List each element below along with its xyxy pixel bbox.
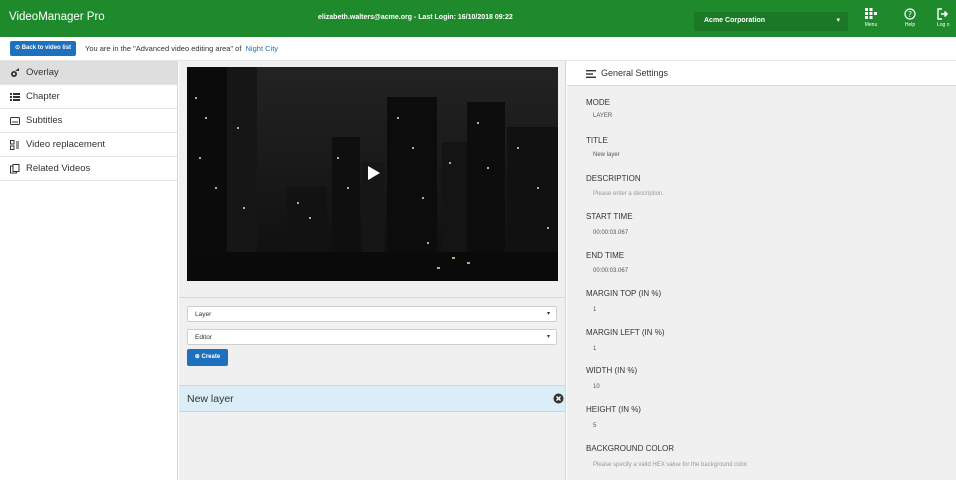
settings-panel: General Settings MODE LAYER TITLE New la… [567, 61, 956, 480]
editor-value: Editor [195, 334, 212, 341]
field-label-title: TITLE [586, 136, 608, 145]
caret-down-icon: ▾ [546, 311, 550, 317]
field-value-mode[interactable]: LAYER [593, 113, 612, 119]
field-value-background-color[interactable]: Please specify a valid HEX value for the… [593, 462, 748, 468]
breadcrumb-text: You are in the "Advanced video editing a… [85, 44, 278, 53]
video-player[interactable] [187, 67, 558, 281]
breadcrumb-video-link[interactable]: Night City [246, 44, 279, 53]
remove-circle-icon[interactable] [553, 393, 564, 407]
field-label-end-time: END TIME [586, 251, 625, 260]
sidebar-item-related-videos[interactable]: Related Videos [0, 157, 177, 181]
editor-select[interactable]: Editor ▾ [187, 329, 557, 345]
overlay-icon [10, 68, 20, 78]
field-value-description[interactable]: Please enter a description. [593, 191, 664, 197]
sidebar: Overlay Chapter Subtitles Video replacem… [0, 61, 178, 480]
video-replacement-icon [10, 140, 20, 150]
field-label-width: WIDTH (IN %) [586, 366, 638, 375]
list-icon [10, 92, 20, 102]
layer-label: New layer [187, 393, 234, 405]
sidebar-item-label: Subtitles [26, 115, 63, 126]
breadcrumb: ⊙ Back to video list You are in the "Adv… [0, 37, 956, 61]
align-left-icon [586, 70, 596, 81]
sidebar-item-video-replacement[interactable]: Video replacement [0, 133, 177, 157]
grid-icon [853, 8, 889, 20]
create-label: Create [201, 354, 221, 360]
back-arrow-icon: ⊙ [15, 45, 21, 51]
sidebar-item-subtitles[interactable]: Subtitles [0, 109, 177, 133]
divider [179, 297, 565, 298]
organization-select[interactable]: Acme Corporation ▾ [694, 12, 848, 31]
overlay-type-select[interactable]: Layer ▾ [187, 306, 557, 322]
editor-panel: Layer ▾ Editor ▾ ⊕ Create New layer [179, 61, 566, 480]
breadcrumb-description: You are in the "Advanced video editing a… [85, 44, 242, 53]
layer-list-item[interactable]: New layer [179, 385, 565, 412]
help-label: Help [904, 22, 916, 28]
logout-button[interactable]: Log o [930, 0, 956, 37]
field-value-margin-top[interactable]: 1 [593, 307, 596, 313]
back-to-video-list-button[interactable]: ⊙ Back to video list [10, 41, 77, 56]
subtitles-icon [10, 116, 20, 126]
field-value-width[interactable]: 10 [593, 384, 600, 390]
field-label-mode: MODE [586, 98, 610, 107]
sidebar-item-chapter[interactable]: Chapter [0, 85, 177, 109]
menu-button[interactable]: Menu [853, 0, 889, 37]
logout-icon [930, 8, 956, 20]
field-label-margin-top: MARGIN TOP (IN %) [586, 289, 662, 298]
create-button[interactable]: ⊕ Create [187, 349, 228, 366]
settings-title: General Settings [601, 68, 669, 78]
svg-text:?: ? [908, 10, 912, 19]
sidebar-item-label: Video replacement [26, 139, 106, 150]
play-icon[interactable] [367, 165, 381, 184]
logout-label: Log o [937, 22, 950, 28]
field-label-height: HEIGHT (IN %) [586, 405, 641, 414]
sidebar-item-label: Chapter [26, 91, 60, 102]
caret-down-icon: ▾ [546, 334, 550, 340]
sidebar-item-overlay[interactable]: Overlay [0, 61, 177, 85]
menu-label: Menu [864, 22, 878, 28]
field-value-margin-left[interactable]: 1 [593, 346, 596, 352]
app-title[interactable]: VideoManager Pro [9, 11, 105, 23]
settings-header: General Settings [567, 61, 956, 86]
plus-circle-icon: ⊕ [194, 354, 200, 360]
field-value-start-time[interactable]: 00:00:03.067 [593, 230, 628, 236]
help-icon: ? [892, 8, 928, 20]
sidebar-item-label: Overlay [26, 67, 59, 78]
field-label-background-color: BACKGROUND COLOR [586, 444, 675, 453]
related-videos-icon [10, 164, 20, 174]
help-button[interactable]: ? Help [892, 0, 928, 37]
field-label-start-time: START TIME [586, 212, 633, 221]
field-label-margin-left: MARGIN LEFT (IN %) [586, 328, 665, 337]
field-value-title[interactable]: New layer [593, 152, 620, 158]
field-value-height[interactable]: 5 [593, 423, 596, 429]
field-label-description: DESCRIPTION [586, 174, 641, 183]
top-bar: VideoManager Pro elizabeth.walters@acme.… [0, 0, 956, 37]
back-label: Back to video list [21, 45, 72, 51]
login-info: elizabeth.walters@acme.org - Last Login:… [318, 14, 513, 21]
sidebar-item-label: Related Videos [26, 163, 91, 174]
caret-down-icon: ▾ [836, 17, 840, 24]
overlay-type-value: Layer [195, 311, 212, 318]
field-value-end-time[interactable]: 00:00:03.067 [593, 268, 628, 274]
organization-name: Acme Corporation [704, 17, 766, 24]
